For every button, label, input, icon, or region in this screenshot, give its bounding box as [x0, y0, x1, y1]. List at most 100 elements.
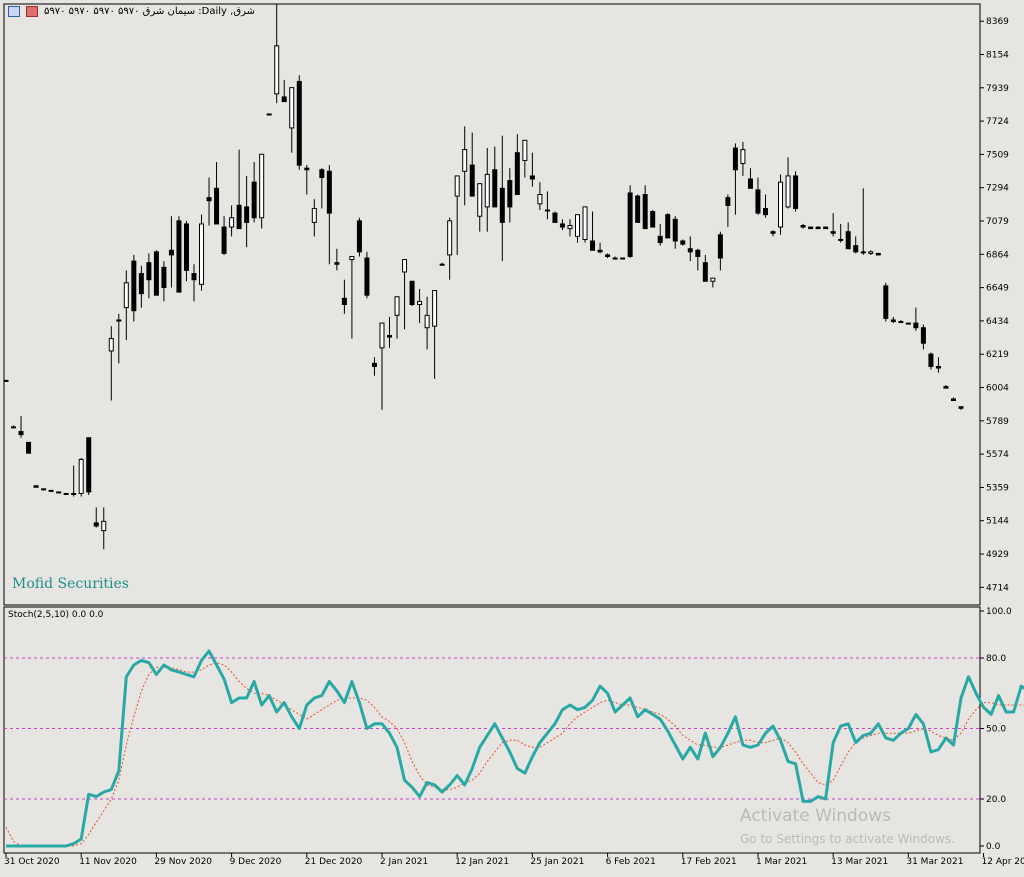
candle	[650, 210, 656, 228]
x-tick-label: 17 Feb 2021	[681, 857, 737, 867]
candle-body	[574, 214, 580, 237]
candle-body	[206, 197, 212, 202]
activate-windows-subtitle: Go to Settings to activate Windows.	[740, 832, 955, 846]
candle-body	[371, 362, 377, 367]
candle	[266, 113, 272, 116]
candle-body	[514, 152, 520, 196]
x-tick-label: 21 Dec 2020	[305, 857, 363, 867]
candle-body	[116, 319, 122, 322]
candle-body	[582, 206, 588, 240]
candle-body	[71, 492, 77, 495]
candle-body	[214, 187, 220, 225]
bar-icon[interactable]	[26, 6, 38, 17]
candle-body	[860, 251, 866, 254]
candle-body	[732, 147, 738, 171]
candle-body	[454, 175, 460, 197]
price-chart: 8369 8154 7939 7724 7509 7294 7079 6864 6649 6434…	[0, 3, 1024, 876]
brand-label: Mofid Securities	[12, 576, 129, 592]
stoch-tick-label: 20.0	[986, 795, 1006, 805]
candle-body	[394, 296, 400, 316]
candle-body	[785, 175, 791, 208]
candle-body	[680, 240, 686, 245]
candle-body	[153, 251, 159, 296]
candle	[63, 492, 69, 496]
candle-body	[244, 206, 250, 223]
x-tick-label: 13 Mar 2021	[831, 857, 888, 867]
candle-body	[289, 87, 295, 129]
candle-body	[11, 426, 17, 429]
candle-body	[762, 207, 768, 216]
price-tick-label: 7724	[986, 117, 1009, 127]
x-tick-label: 31 Oct 2020	[4, 857, 60, 867]
candle-body	[620, 257, 626, 260]
candle-body	[484, 173, 490, 208]
candle-body	[3, 379, 9, 382]
candle-body	[958, 406, 964, 409]
price-tick-label: 6004	[986, 384, 1009, 394]
candle-body	[229, 217, 235, 228]
candle-body	[93, 522, 99, 527]
candle-body	[41, 488, 47, 491]
candle-body	[717, 234, 723, 259]
candle-body	[462, 149, 468, 172]
candle-body	[522, 139, 528, 161]
candle	[259, 153, 265, 229]
candle-body	[770, 231, 776, 234]
candle-body	[875, 252, 881, 256]
candle	[883, 282, 889, 322]
candle-body	[417, 300, 423, 306]
candle-body	[26, 441, 32, 454]
chart-icon[interactable]	[8, 6, 20, 17]
candle-body	[56, 491, 62, 494]
candle-body	[935, 365, 941, 369]
candle-body	[943, 386, 949, 389]
candle-body	[544, 209, 550, 212]
candle-body	[319, 169, 325, 178]
candle	[823, 226, 829, 230]
x-tick-label: 9 Dec 2020	[230, 857, 282, 867]
candle-body	[650, 211, 656, 228]
price-tick-label: 7939	[986, 84, 1009, 94]
candle-body	[823, 226, 829, 230]
candle-body	[597, 249, 603, 253]
candle-body	[304, 167, 310, 171]
candle-body	[725, 197, 731, 206]
candle-body	[296, 80, 302, 166]
candle-body	[176, 220, 182, 293]
candle-body	[898, 321, 904, 324]
candle	[3, 379, 9, 382]
price-tick-label: 5574	[986, 450, 1009, 460]
candle	[552, 211, 558, 223]
candle-body	[928, 353, 934, 367]
candle-body	[800, 225, 806, 228]
price-tick-label: 4929	[986, 550, 1009, 560]
candle	[905, 322, 911, 325]
candle	[778, 174, 784, 235]
candle-body	[221, 226, 227, 254]
candle	[793, 171, 799, 212]
candle-body	[845, 231, 851, 250]
candle-body	[402, 259, 408, 273]
candle-body	[387, 334, 393, 338]
candle	[875, 252, 881, 256]
candle-body	[665, 214, 671, 239]
candle	[582, 206, 588, 243]
candle-body	[281, 96, 287, 103]
candle-body	[537, 194, 543, 205]
candle-body	[123, 282, 129, 309]
candle-body	[913, 322, 919, 329]
candle-body	[432, 290, 438, 327]
x-tick-label: 11 Nov 2020	[79, 857, 137, 867]
candle	[176, 216, 182, 293]
candle-body	[552, 212, 558, 223]
x-tick-label: 29 Nov 2020	[154, 857, 212, 867]
candle-body	[251, 181, 257, 219]
candle-body	[838, 238, 844, 241]
candle-body	[108, 338, 114, 352]
stoch-tick-label: 0.0	[986, 842, 1001, 852]
candle-body	[326, 170, 332, 214]
candle-body	[78, 458, 84, 494]
candle	[153, 250, 159, 296]
candle-body	[830, 231, 836, 234]
price-tick-label: 8154	[986, 50, 1009, 60]
